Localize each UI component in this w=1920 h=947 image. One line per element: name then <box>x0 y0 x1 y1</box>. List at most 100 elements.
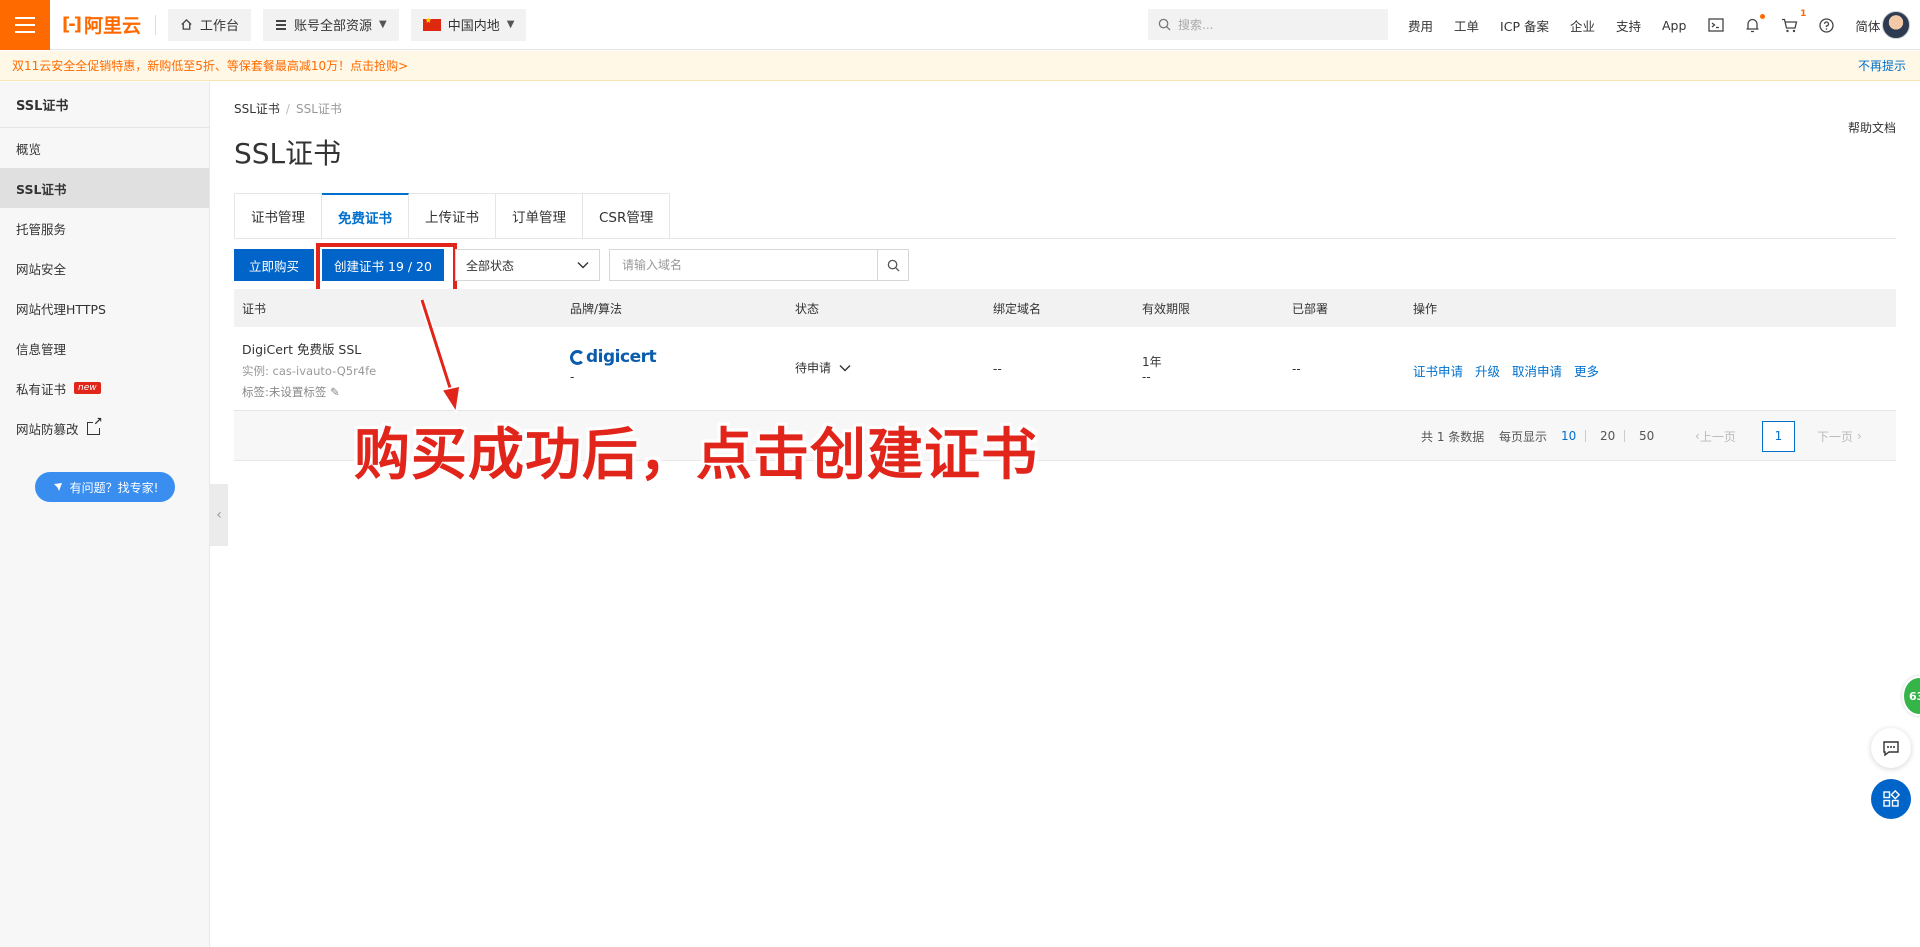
home-icon <box>181 18 192 30</box>
sidebar-item-managed[interactable]: 托管服务 <box>0 208 209 248</box>
bound-domain: -- <box>993 362 1002 376</box>
sidebar-item-ssl[interactable]: SSL证书 <box>0 168 209 208</box>
status-dropdown[interactable]: 待申请 <box>795 359 851 376</box>
table-header: 证书 品牌/算法 状态 绑定域名 有效期限 已部署 操作 <box>234 289 1896 327</box>
column-header: 绑定域名 <box>993 301 1042 316</box>
edit-icon[interactable]: ✎ <box>330 385 340 399</box>
cert-tag-label: 标签:未设置标签 <box>242 385 327 399</box>
nav-enterprise[interactable]: 企业 <box>1570 16 1595 35</box>
buy-now-button[interactable]: 立即购买 <box>234 249 314 281</box>
help-doc-link[interactable]: 帮助文档 <box>1848 119 1896 136</box>
user-avatar[interactable] <box>1882 11 1910 39</box>
cert-tag[interactable]: 标签:未设置标签 ✎ <box>242 384 376 400</box>
sidebar-item-label: 网站代理HTTPS <box>16 301 106 317</box>
cert-name: DigiCert 免费版 SSL <box>242 342 362 357</box>
status-select[interactable]: 全部状态 <box>455 249 600 281</box>
domain-search-input[interactable] <box>609 249 877 281</box>
chevron-down-icon: ▼ <box>378 19 387 30</box>
page-size-20[interactable]: 20 <box>1600 411 1615 461</box>
table-row: DigiCert 免费版 SSL 实例: cas-ivauto-Q5r4fe 标… <box>234 327 1896 411</box>
region-dropdown[interactable]: 中国内地 ▼ <box>410 8 527 41</box>
tab-csr-management[interactable]: CSR管理 <box>583 193 671 239</box>
terminal-icon[interactable] <box>1707 17 1724 34</box>
annotation-text: 购买成功后，点击创建证书 <box>354 423 1038 488</box>
sidebar-item-label: 私有证书 <box>16 381 67 397</box>
page-size-50[interactable]: 50 <box>1639 411 1654 461</box>
region-label: 中国内地 <box>447 19 500 34</box>
breadcrumb-root[interactable]: SSL证书 <box>234 102 280 116</box>
menu-icon[interactable] <box>0 0 50 50</box>
workbench-button[interactable]: 工作台 <box>167 8 251 41</box>
chevron-down-icon: ▼ <box>506 19 515 30</box>
language-switch[interactable]: 简体 <box>1855 16 1880 35</box>
nav-app[interactable]: App <box>1662 18 1686 33</box>
floating-score-badge[interactable]: 63 <box>1902 676 1920 716</box>
expert-help-button[interactable]: 有问题？找专家! <box>35 472 175 502</box>
prev-page-button[interactable]: ‹ 上一页 <box>1695 411 1736 461</box>
sidebar-item-https-proxy[interactable]: 网站代理HTTPS <box>0 288 209 328</box>
column-header: 状态 <box>795 301 820 316</box>
external-link-icon <box>86 415 103 435</box>
breadcrumb: SSL证书 / SSL证书 <box>234 100 342 117</box>
chat-button[interactable] <box>1871 728 1911 768</box>
tab-order-management[interactable]: 订单管理 <box>496 193 583 239</box>
global-search-input[interactable] <box>1178 17 1368 32</box>
next-page-button[interactable]: 下一页 › <box>1817 411 1862 461</box>
sidebar-item-overview[interactable]: 概览 <box>0 128 209 168</box>
apps-grid-icon <box>1883 790 1900 807</box>
logo-text: 阿里云 <box>83 15 141 37</box>
workbench-label: 工作台 <box>199 19 239 34</box>
chevron-down-icon <box>577 262 589 269</box>
row-actions: 证书申请 升级 取消申请 更多 <box>1413 361 1611 380</box>
cancel-apply-link[interactable]: 取消申请 <box>1512 364 1562 379</box>
tab-cert-management[interactable]: 证书管理 <box>234 193 322 239</box>
digicert-logo-icon <box>570 349 585 365</box>
notification-dot <box>1760 13 1766 19</box>
tab-underline <box>234 238 1896 239</box>
domain-search-button[interactable] <box>877 249 909 281</box>
expert-help-label: 有问题？找专家! <box>69 480 159 495</box>
sidebar-item-info[interactable]: 信息管理 <box>0 328 209 368</box>
promo-banner: 双11云安全全促销特惠，新购低至5折、等保套餐最高减10万！点击抢购> 不再提示 <box>0 51 1920 81</box>
column-header: 操作 <box>1413 301 1438 316</box>
tab-free-cert[interactable]: 免费证书 <box>322 193 409 239</box>
promo-text[interactable]: 双11云安全全促销特惠，新购低至5折、等保套餐最高减10万！点击抢购> <box>12 57 408 74</box>
promo-dismiss-link[interactable]: 不再提示 <box>1858 57 1906 74</box>
cert-cell: DigiCert 免费版 SSL 实例: cas-ivauto-Q5r4fe 标… <box>242 339 376 400</box>
validity-cell: 1年 -- <box>1142 353 1162 384</box>
sidebar-title: SSL证书 <box>0 82 209 128</box>
sidebar-item-website-security[interactable]: 网站安全 <box>0 248 209 288</box>
validity-sub: -- <box>1142 370 1151 384</box>
sidebar-item-label: 信息管理 <box>16 341 67 357</box>
upgrade-link[interactable]: 升级 <box>1475 364 1500 379</box>
nav-icp[interactable]: ICP 备案 <box>1500 16 1549 35</box>
page-size-10[interactable]: 10 <box>1561 411 1576 461</box>
tab-bar: 证书管理 免费证书 上传证书 订单管理 CSR管理 <box>234 193 671 239</box>
china-flag-icon <box>422 16 441 31</box>
cart-icon[interactable]: 1 <box>1781 9 1806 34</box>
chevron-left-icon: ‹ <box>216 507 222 523</box>
apply-cert-link[interactable]: 证书申请 <box>1413 364 1463 379</box>
sidebar-item-tamper[interactable]: 网站防篡改 <box>0 408 209 448</box>
more-link[interactable]: 更多 <box>1574 364 1599 379</box>
sidebar-item-private-cert[interactable]: 私有证书 new <box>0 368 209 408</box>
list-icon <box>275 19 286 30</box>
total-count: 共 1 条数据 <box>1421 429 1485 444</box>
nav-support[interactable]: 支持 <box>1616 16 1641 35</box>
tab-upload-cert[interactable]: 上传证书 <box>409 193 496 239</box>
bell-icon[interactable] <box>1744 13 1766 34</box>
deployed-value: -- <box>1292 362 1301 376</box>
nav-billing[interactable]: 费用 <box>1408 16 1433 35</box>
apps-button[interactable] <box>1871 779 1911 819</box>
cert-instance: 实例: cas-ivauto-Q5r4fe <box>242 364 377 378</box>
chat-icon <box>1883 740 1899 756</box>
sidebar-collapse-handle[interactable]: ‹ <box>210 484 228 546</box>
nav-tickets[interactable]: 工单 <box>1454 16 1479 35</box>
column-header: 有效期限 <box>1142 301 1191 316</box>
aliyun-logo[interactable]: [-] 阿里云 <box>62 11 141 38</box>
resources-dropdown[interactable]: 账号全部资源 ▼ <box>262 8 399 41</box>
breadcrumb-separator: / <box>285 102 290 116</box>
page-number-1[interactable]: 1 <box>1762 420 1795 452</box>
sidebar-item-label: 网站安全 <box>16 261 67 277</box>
help-icon[interactable] <box>1818 17 1835 34</box>
